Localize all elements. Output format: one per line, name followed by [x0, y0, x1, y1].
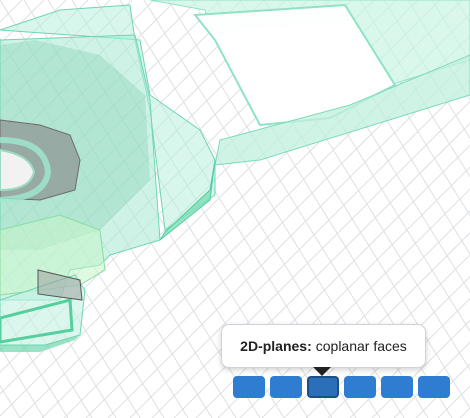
view-mode-toolbar [233, 376, 451, 398]
cad-model [0, 0, 470, 352]
view-button-1[interactable] [233, 376, 265, 398]
view-button-4[interactable] [344, 376, 376, 398]
tooltip-pointer [313, 367, 331, 376]
tooltip-title: 2D-planes: [240, 338, 312, 354]
view-button-2d-planes[interactable] [307, 376, 339, 398]
3d-viewport[interactable]: 2D-planes: coplanar faces [0, 0, 470, 418]
view-button-6[interactable] [418, 376, 450, 398]
view-button-2[interactable] [270, 376, 302, 398]
tooltip: 2D-planes: coplanar faces [221, 324, 426, 368]
tooltip-description: coplanar faces [315, 338, 407, 354]
view-button-5[interactable] [381, 376, 413, 398]
